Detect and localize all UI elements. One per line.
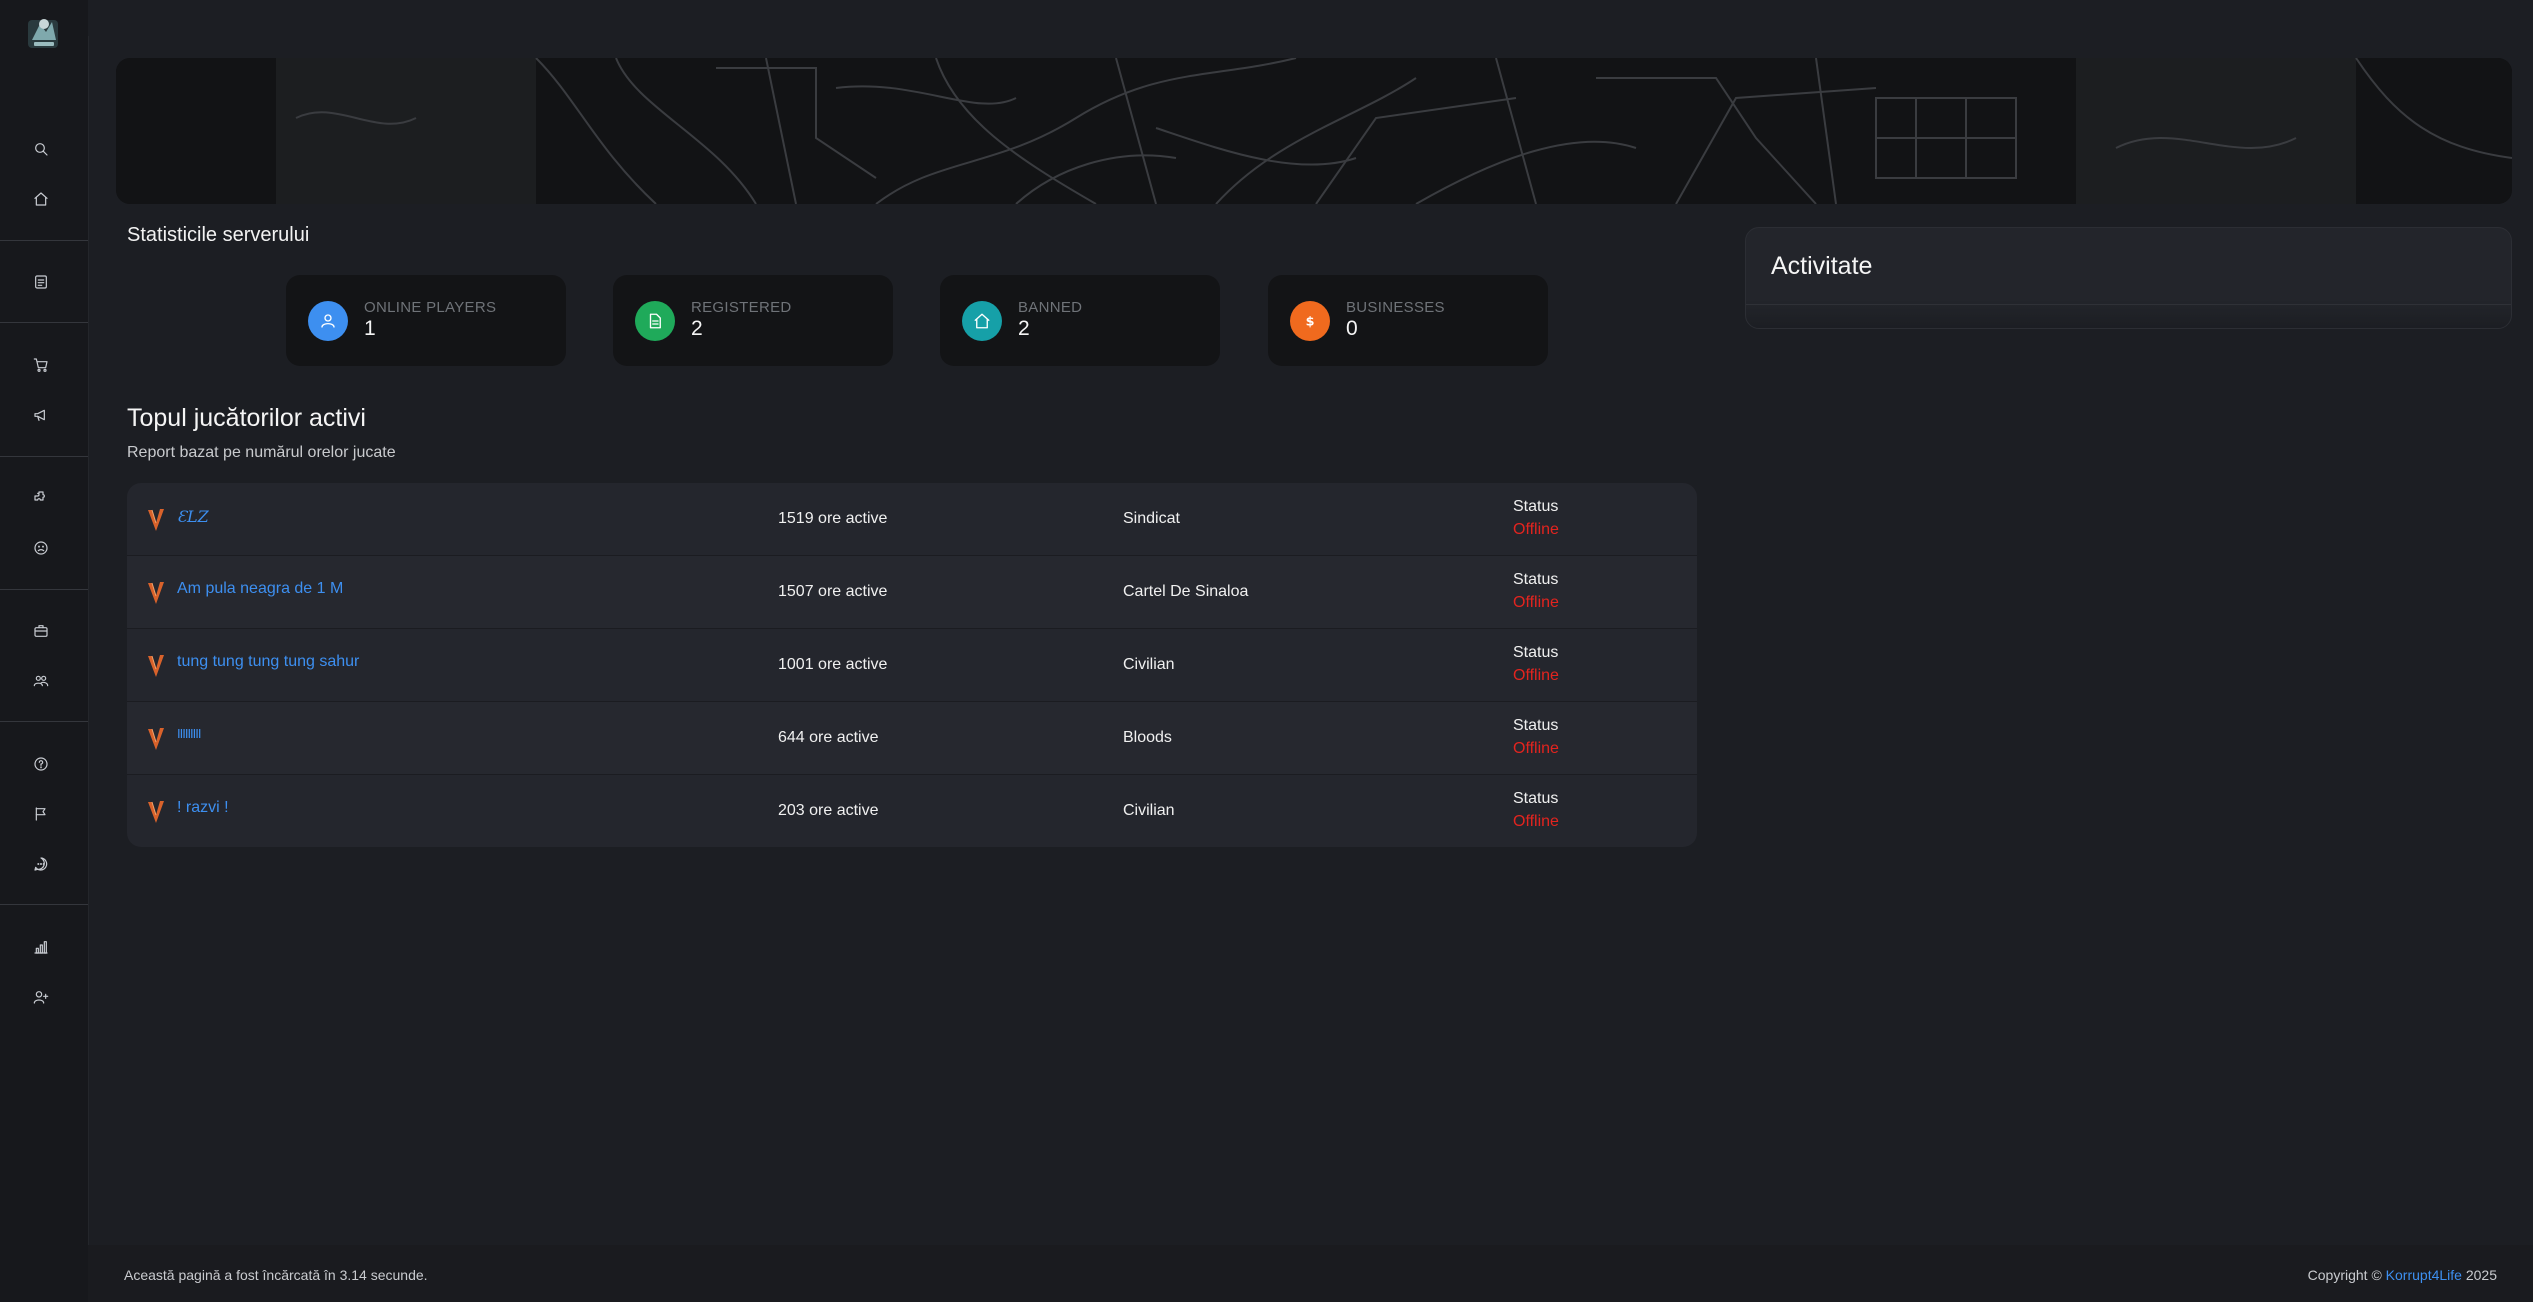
home-icon[interactable] (30, 188, 52, 210)
stat-card-banned: BANNED 2 (940, 275, 1220, 366)
player-hours: 203 ore active (778, 802, 879, 819)
status-label: Status (1513, 717, 1559, 734)
status-badge: Offline (1513, 667, 1559, 684)
activity-divider (1746, 304, 2511, 305)
page-load-time: Această pagină a fost încărcată în 3.14 … (124, 1267, 428, 1283)
cart-icon[interactable] (30, 354, 52, 376)
sidebar (0, 0, 89, 1302)
player-faction: Civilian (1123, 656, 1175, 673)
document-icon (635, 301, 675, 341)
logo[interactable] (22, 10, 66, 54)
player-faction: Bloods (1123, 729, 1172, 746)
table-row: IIIIIIIII 644 ore active Bloods Status O… (127, 702, 1697, 775)
v-badge-icon (148, 582, 164, 604)
stat-card-registered: REGISTERED 2 (613, 275, 893, 366)
megaphone-icon[interactable] (30, 404, 52, 426)
stat-value: 0 (1346, 317, 1358, 340)
table-row: tung tung tung tung sahur 1001 ore activ… (127, 629, 1697, 702)
players-subtitle: Report bazat pe numărul orelor jucate (127, 444, 396, 461)
document-icon[interactable] (30, 271, 52, 293)
dollar-icon: $ (1290, 301, 1330, 341)
stat-label: ONLINE PLAYERS (364, 299, 497, 316)
flag-icon[interactable] (30, 803, 52, 825)
users-icon[interactable] (30, 670, 52, 692)
stat-value: 1 (364, 317, 376, 340)
status-label: Status (1513, 498, 1559, 515)
player-hours: 1519 ore active (778, 510, 888, 527)
players-title: Topul jucătorilor activi (127, 404, 366, 432)
status-badge: Offline (1513, 813, 1559, 830)
home-icon (962, 301, 1002, 341)
player-name-link[interactable]: ƐLZ (177, 507, 209, 526)
stat-value: 2 (1018, 317, 1030, 340)
chart-icon[interactable] (30, 936, 52, 958)
player-name-link[interactable]: ! razvi ! (177, 799, 229, 817)
v-badge-icon (148, 728, 164, 750)
player-faction: Cartel De Sinaloa (1123, 583, 1249, 600)
player-hours: 1507 ore active (778, 583, 888, 600)
status-label: Status (1513, 571, 1559, 588)
puzzle-icon[interactable] (30, 487, 52, 509)
player-hours: 1001 ore active (778, 656, 888, 673)
brand-link[interactable]: Korrupt4Life (2386, 1267, 2462, 1283)
stat-label: BUSINESSES (1346, 299, 1445, 316)
chat-icon[interactable] (30, 853, 52, 875)
footer: Această pagină a fost încărcată în 3.14 … (88, 1245, 2533, 1302)
player-name-link[interactable]: IIIIIIIII (177, 726, 201, 741)
table-row: ! razvi ! 203 ore active Civilian Status… (127, 775, 1697, 847)
stat-card-businesses: $ BUSINESSES 0 (1268, 275, 1548, 366)
sidebar-divider (0, 456, 88, 457)
map-banner (116, 58, 2512, 204)
activity-panel: Activitate (1745, 227, 2512, 329)
search-icon[interactable] (30, 138, 52, 160)
sidebar-divider (0, 904, 88, 905)
stat-label: REGISTERED (691, 299, 792, 316)
v-badge-icon (148, 801, 164, 823)
briefcase-icon[interactable] (30, 620, 52, 642)
sad-face-icon[interactable] (30, 537, 52, 559)
stat-card-online-players: ONLINE PLAYERS 1 (286, 275, 566, 366)
stat-label: BANNED (1018, 299, 1083, 316)
v-badge-icon (148, 655, 164, 677)
status-label: Status (1513, 644, 1559, 661)
player-faction: Civilian (1123, 802, 1175, 819)
stats-title: Statisticile serverului (127, 224, 310, 246)
svg-text:$: $ (1306, 315, 1315, 330)
user-icon (308, 301, 348, 341)
player-name-link[interactable]: tung tung tung tung sahur (177, 653, 359, 671)
activity-title: Activitate (1771, 252, 1873, 280)
add-user-icon[interactable] (30, 986, 52, 1008)
copyright-year: 2025 (2465, 1267, 2497, 1283)
status-label: Status (1513, 790, 1559, 807)
sidebar-divider (0, 721, 88, 722)
player-faction: Sindicat (1123, 510, 1180, 527)
status-badge: Offline (1513, 740, 1559, 757)
copyright: Copyright © Korrupt4Life 2025 (2308, 1267, 2497, 1283)
table-row: Am pula neagra de 1 M 1507 ore active Ca… (127, 556, 1697, 629)
help-icon[interactable] (30, 753, 52, 775)
players-table: ƐLZ 1519 ore active Sindicat Status Offl… (127, 483, 1697, 847)
player-name-link[interactable]: Am pula neagra de 1 M (177, 580, 343, 598)
top-bar (88, 0, 2533, 36)
status-badge: Offline (1513, 594, 1559, 611)
player-hours: 644 ore active (778, 729, 879, 746)
sidebar-divider (0, 322, 88, 323)
table-row: ƐLZ 1519 ore active Sindicat Status Offl… (127, 483, 1697, 556)
status-badge: Offline (1513, 521, 1559, 538)
v-badge-icon (148, 509, 164, 531)
sidebar-divider (0, 240, 88, 241)
sidebar-divider (0, 589, 88, 590)
stat-value: 2 (691, 317, 703, 340)
copyright-prefix: Copyright © (2307, 1267, 2382, 1283)
